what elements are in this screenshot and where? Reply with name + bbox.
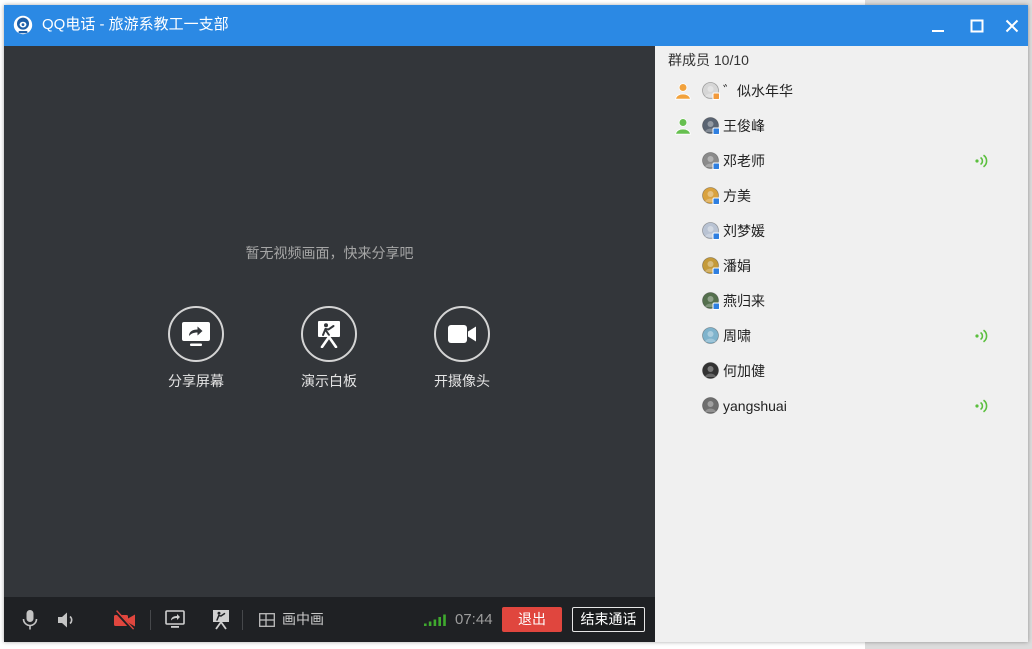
whiteboard-icon[interactable]: [211, 609, 231, 630]
picture-in-picture-label[interactable]: 画中画: [282, 597, 324, 642]
member-row[interactable]: 王俊峰: [655, 109, 1028, 144]
empty-video-message: 暂无视频画面，快来分享吧: [245, 245, 414, 261]
member-row[interactable]: 潘娟: [655, 249, 1028, 284]
qq-call-window: QQ电话 - 旅游系教工一支部 暂无视频画面，快来分享吧 分享屏幕 演示白板 开…: [4, 5, 1028, 642]
admin-icon: [675, 118, 691, 135]
member-avatar[interactable]: [702, 222, 720, 240]
video-area: 暂无视频画面，快来分享吧 分享屏幕 演示白板 开摄像头: [4, 46, 655, 597]
close-icon: [1005, 19, 1019, 32]
speaking-icon: [975, 329, 988, 343]
call-timer: 07:44: [455, 611, 493, 628]
member-count-header: 群成员 10/10: [668, 52, 749, 68]
microphone-icon[interactable]: [20, 609, 40, 631]
share-screen-icon: [182, 321, 210, 346]
member-panel: 群成员 10/10 ゛似水年华王俊峰邓老师方美刘梦媛潘娟燕归来周啸何加健 yang…: [655, 46, 1028, 642]
member-avatar[interactable]: [702, 187, 720, 205]
toolbar-separator: [150, 610, 151, 630]
whiteboard-icon: [318, 321, 340, 348]
member-list: ゛似水年华王俊峰邓老师方美刘梦媛潘娟燕归来周啸何加健 yangshuai: [655, 74, 1028, 424]
member-row[interactable]: 燕归来: [655, 284, 1028, 319]
member-row[interactable]: 邓老师: [655, 144, 1028, 179]
camera-label: 开摄像头: [434, 373, 490, 389]
minimize-button[interactable]: [923, 5, 953, 46]
minimize-icon: [932, 29, 944, 32]
picture-in-picture-icon[interactable]: [259, 613, 275, 627]
member-avatar[interactable]: [702, 397, 720, 415]
member-avatar[interactable]: [702, 362, 720, 380]
share-screen-circle[interactable]: [168, 306, 224, 362]
member-avatar[interactable]: [702, 82, 720, 100]
owner-icon: [675, 83, 691, 100]
end-call-button[interactable]: 结束通话: [572, 607, 645, 632]
title-bar[interactable]: QQ电话 - 旅游系教工一支部: [4, 5, 1028, 46]
member-avatar[interactable]: [702, 117, 720, 135]
exit-button[interactable]: 退出: [502, 607, 562, 632]
member-name: 邓老师: [723, 153, 765, 169]
window-title: QQ电话 - 旅游系教工一支部: [42, 16, 229, 33]
share-screen-label: 分享屏幕: [168, 373, 224, 389]
camera-button[interactable]: 开摄像头: [417, 306, 507, 391]
whiteboard-circle[interactable]: [301, 306, 357, 362]
member-name: 何加健: [723, 363, 765, 379]
signal-strength-icon: [424, 614, 446, 626]
close-button[interactable]: [997, 5, 1027, 46]
camera-off-icon[interactable]: [113, 609, 137, 631]
member-avatar[interactable]: [702, 292, 720, 310]
camera-icon: [448, 325, 476, 343]
share-screen-button[interactable]: 分享屏幕: [151, 306, 241, 391]
member-row[interactable]: 方美: [655, 179, 1028, 214]
member-row[interactable]: 何加健: [655, 354, 1028, 389]
camera-circle[interactable]: [434, 306, 490, 362]
member-row[interactable]: 周啸: [655, 319, 1028, 354]
member-avatar[interactable]: [702, 257, 720, 275]
member-name: 刘梦媛: [723, 223, 765, 239]
toolbar-separator: [242, 610, 243, 630]
member-name: yangshuai: [723, 398, 787, 414]
member-name: 潘娟: [723, 258, 751, 274]
call-toolbar: 画中画 07:44 退出 结束通话: [4, 597, 655, 642]
maximize-icon: [970, 19, 984, 32]
whiteboard-label: 演示白板: [301, 373, 357, 389]
member-row[interactable]: ゛似水年华: [655, 74, 1028, 109]
whiteboard-button[interactable]: 演示白板: [284, 306, 374, 391]
speaking-icon: [975, 154, 988, 168]
qq-call-icon: [13, 15, 33, 35]
member-avatar[interactable]: [702, 327, 720, 345]
member-name: 王俊峰: [723, 118, 765, 134]
member-name: 燕归来: [723, 293, 765, 309]
member-row[interactable]: 刘梦媛: [655, 214, 1028, 249]
member-row[interactable]: yangshuai: [655, 389, 1028, 424]
member-name: 方美: [723, 188, 751, 204]
maximize-button[interactable]: [962, 5, 992, 46]
speaker-icon[interactable]: [56, 610, 78, 630]
member-name: 周啸: [723, 328, 751, 344]
speaking-icon: [975, 399, 988, 413]
share-screen-icon[interactable]: [165, 610, 185, 629]
member-name: ゛似水年华: [723, 83, 793, 99]
member-avatar[interactable]: [702, 152, 720, 170]
